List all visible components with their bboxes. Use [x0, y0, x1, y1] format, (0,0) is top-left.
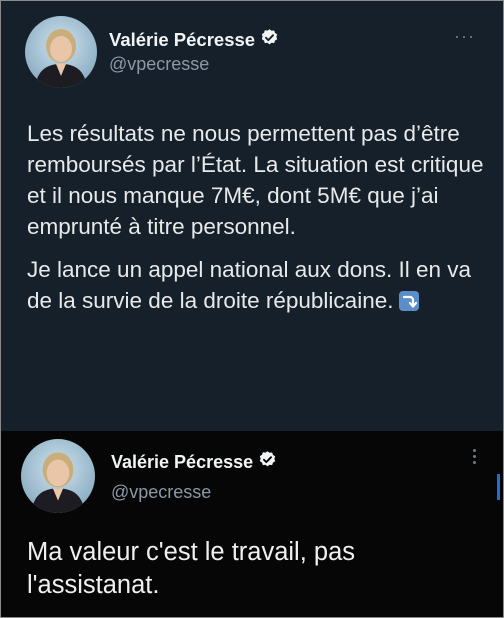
- screenshot-frame: Valérie Pécresse @vpecresse ··· Les résu…: [0, 0, 504, 618]
- more-horizontal-icon[interactable]: ···: [454, 27, 475, 45]
- scrollbar-thumb[interactable]: [497, 474, 500, 500]
- author-name[interactable]: Valérie Pécresse: [109, 28, 279, 52]
- tweet-paragraph: Les résultats ne nous permettent pas d’ê…: [27, 121, 484, 239]
- tweet-body: Ma valeur c'est le travail, pas l'assist…: [27, 538, 356, 599]
- verified-badge-icon: [260, 28, 279, 52]
- verified-badge-icon: [258, 450, 277, 474]
- avatar[interactable]: [21, 439, 95, 513]
- author-name-label[interactable]: Valérie Pécresse: [111, 452, 253, 473]
- tweet-card-1[interactable]: Valérie Pécresse @vpecresse ··· Les résu…: [1, 1, 503, 431]
- more-vertical-icon[interactable]: [471, 449, 477, 464]
- author-name[interactable]: Valérie Pécresse: [111, 450, 277, 474]
- author-handle[interactable]: @vpecresse: [111, 482, 211, 503]
- tweet-body: Les résultats ne nous permettent pas d’ê…: [27, 118, 497, 328]
- author-handle[interactable]: @vpecresse: [109, 54, 209, 75]
- arrow-right-curving-down-icon: [399, 291, 420, 311]
- tweet-paragraph: Je lance un appel national aux dons. Il …: [27, 254, 497, 316]
- author-name-label[interactable]: Valérie Pécresse: [109, 29, 255, 51]
- avatar[interactable]: [25, 16, 97, 88]
